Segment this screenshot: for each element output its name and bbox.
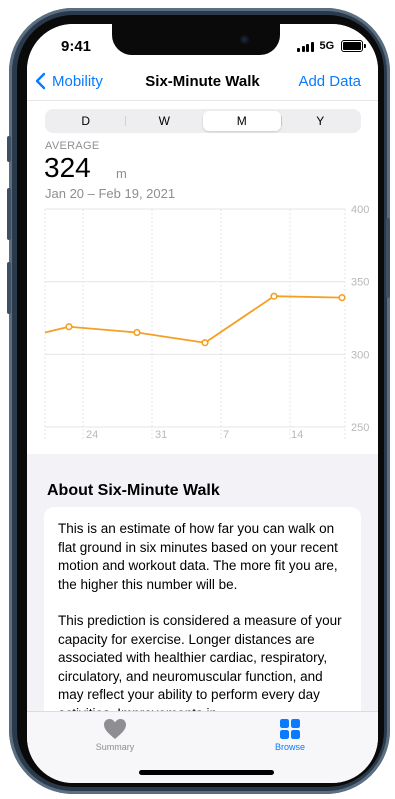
- y-tick-label: 400: [351, 204, 369, 216]
- tab-browse-label: Browse: [274, 742, 305, 752]
- range-option-d[interactable]: D: [47, 111, 125, 131]
- data-point: [270, 292, 278, 300]
- average-label: AVERAGE: [45, 140, 100, 152]
- x-tick-label: 7: [223, 429, 229, 441]
- data-point: [65, 323, 73, 331]
- about-paragraph-2: This prediction is considered a measure …: [58, 613, 342, 721]
- data-point: [201, 339, 209, 347]
- tab-browse[interactable]: Browse: [250, 718, 330, 752]
- chevron-left-icon: [35, 72, 46, 90]
- status-icons: 5G: [297, 40, 367, 52]
- volume-down-button: [7, 262, 11, 314]
- tab-summary[interactable]: Summary: [75, 718, 155, 752]
- x-tick-label: 14: [291, 429, 303, 441]
- range-option-y[interactable]: Y: [282, 111, 360, 131]
- range-option-m[interactable]: M: [203, 111, 281, 131]
- back-label: Mobility: [52, 72, 103, 90]
- y-tick-label: 250: [351, 422, 369, 434]
- back-button[interactable]: Mobility: [35, 72, 103, 90]
- home-indicator: [139, 770, 274, 775]
- x-tick-label: 24: [86, 429, 98, 441]
- time-range-selector: D W M Y: [45, 109, 361, 133]
- cellular-signal-icon: [297, 41, 314, 52]
- x-tick-label: 31: [155, 429, 167, 441]
- volume-up-button: [7, 188, 11, 240]
- date-range: Jan 20 – Feb 19, 2021: [45, 186, 176, 201]
- navigation-bar: Mobility Six-Minute Walk Add Data: [27, 70, 378, 100]
- data-point: [133, 328, 141, 337]
- action-button: [7, 136, 11, 162]
- phone-screen: 9:41 5G Mobility Six-Minute Walk Add Dat…: [27, 24, 378, 783]
- front-camera: [240, 35, 249, 44]
- average-unit: m: [116, 166, 127, 181]
- chart-svg: 400 350 300 250 24 31 7 14: [44, 204, 369, 441]
- y-tick-label: 350: [351, 277, 369, 289]
- grid-icon: [280, 719, 300, 739]
- data-point: [338, 294, 346, 302]
- range-option-w[interactable]: W: [126, 111, 204, 131]
- power-button: [386, 218, 390, 298]
- about-paragraph-1: This is an estimate of how far you can w…: [58, 521, 338, 592]
- status-time: 9:41: [61, 38, 92, 55]
- heart-icon: [104, 719, 126, 739]
- about-card: This is an estimate of how far you can w…: [44, 507, 361, 737]
- notch: [112, 24, 280, 55]
- series-line: [44, 295, 343, 344]
- y-tick-label: 300: [351, 349, 369, 361]
- about-title: About Six-Minute Walk: [47, 482, 220, 499]
- six-minute-walk-chart[interactable]: 400 350 300 250 24 31 7 14: [27, 202, 378, 442]
- average-value: 324: [44, 152, 91, 183]
- add-data-button[interactable]: Add Data: [298, 73, 361, 90]
- network-type: 5G: [319, 40, 335, 52]
- tab-summary-label: Summary: [95, 742, 135, 752]
- battery-icon: [341, 40, 367, 52]
